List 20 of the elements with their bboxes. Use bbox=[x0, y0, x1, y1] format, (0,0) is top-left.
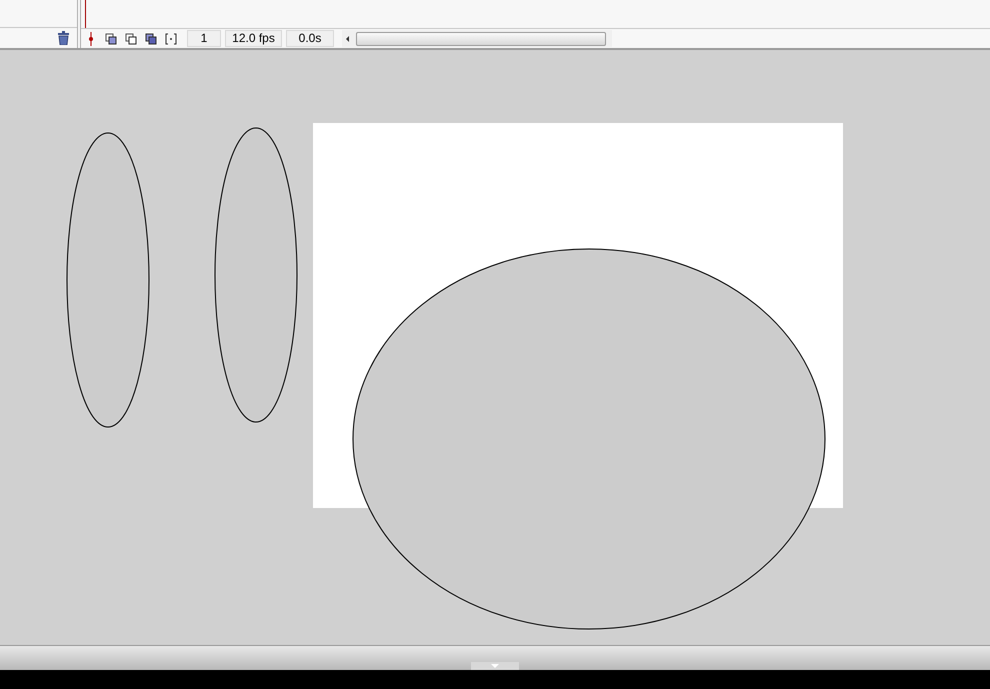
overlapping-squares-icon bbox=[105, 32, 117, 44]
bracket-icon bbox=[165, 32, 177, 44]
elapsed-time: 0.0s bbox=[286, 30, 334, 47]
horizontal-scrollbar[interactable] bbox=[342, 30, 612, 47]
bottom-scrollbar[interactable] bbox=[0, 645, 990, 670]
overlapping-squares-icon bbox=[145, 32, 157, 44]
onion-skin-button[interactable] bbox=[103, 30, 119, 46]
playhead-icon bbox=[88, 32, 94, 46]
trash-icon bbox=[56, 31, 70, 45]
playhead-line bbox=[85, 0, 86, 28]
overlapping-squares-icon bbox=[125, 32, 137, 44]
down-arrow-icon bbox=[491, 664, 499, 668]
frame-rate: 12.0 fps bbox=[225, 30, 282, 47]
edit-frames-button[interactable] bbox=[143, 30, 159, 46]
onion-outline-button[interactable] bbox=[123, 30, 139, 46]
onion-markers-button[interactable] bbox=[163, 30, 179, 46]
current-frame: 1 bbox=[187, 30, 221, 47]
delete-layer-button[interactable] bbox=[55, 30, 71, 46]
left-arrow-icon bbox=[344, 34, 352, 42]
scrollbar-thumb[interactable] bbox=[356, 32, 606, 46]
